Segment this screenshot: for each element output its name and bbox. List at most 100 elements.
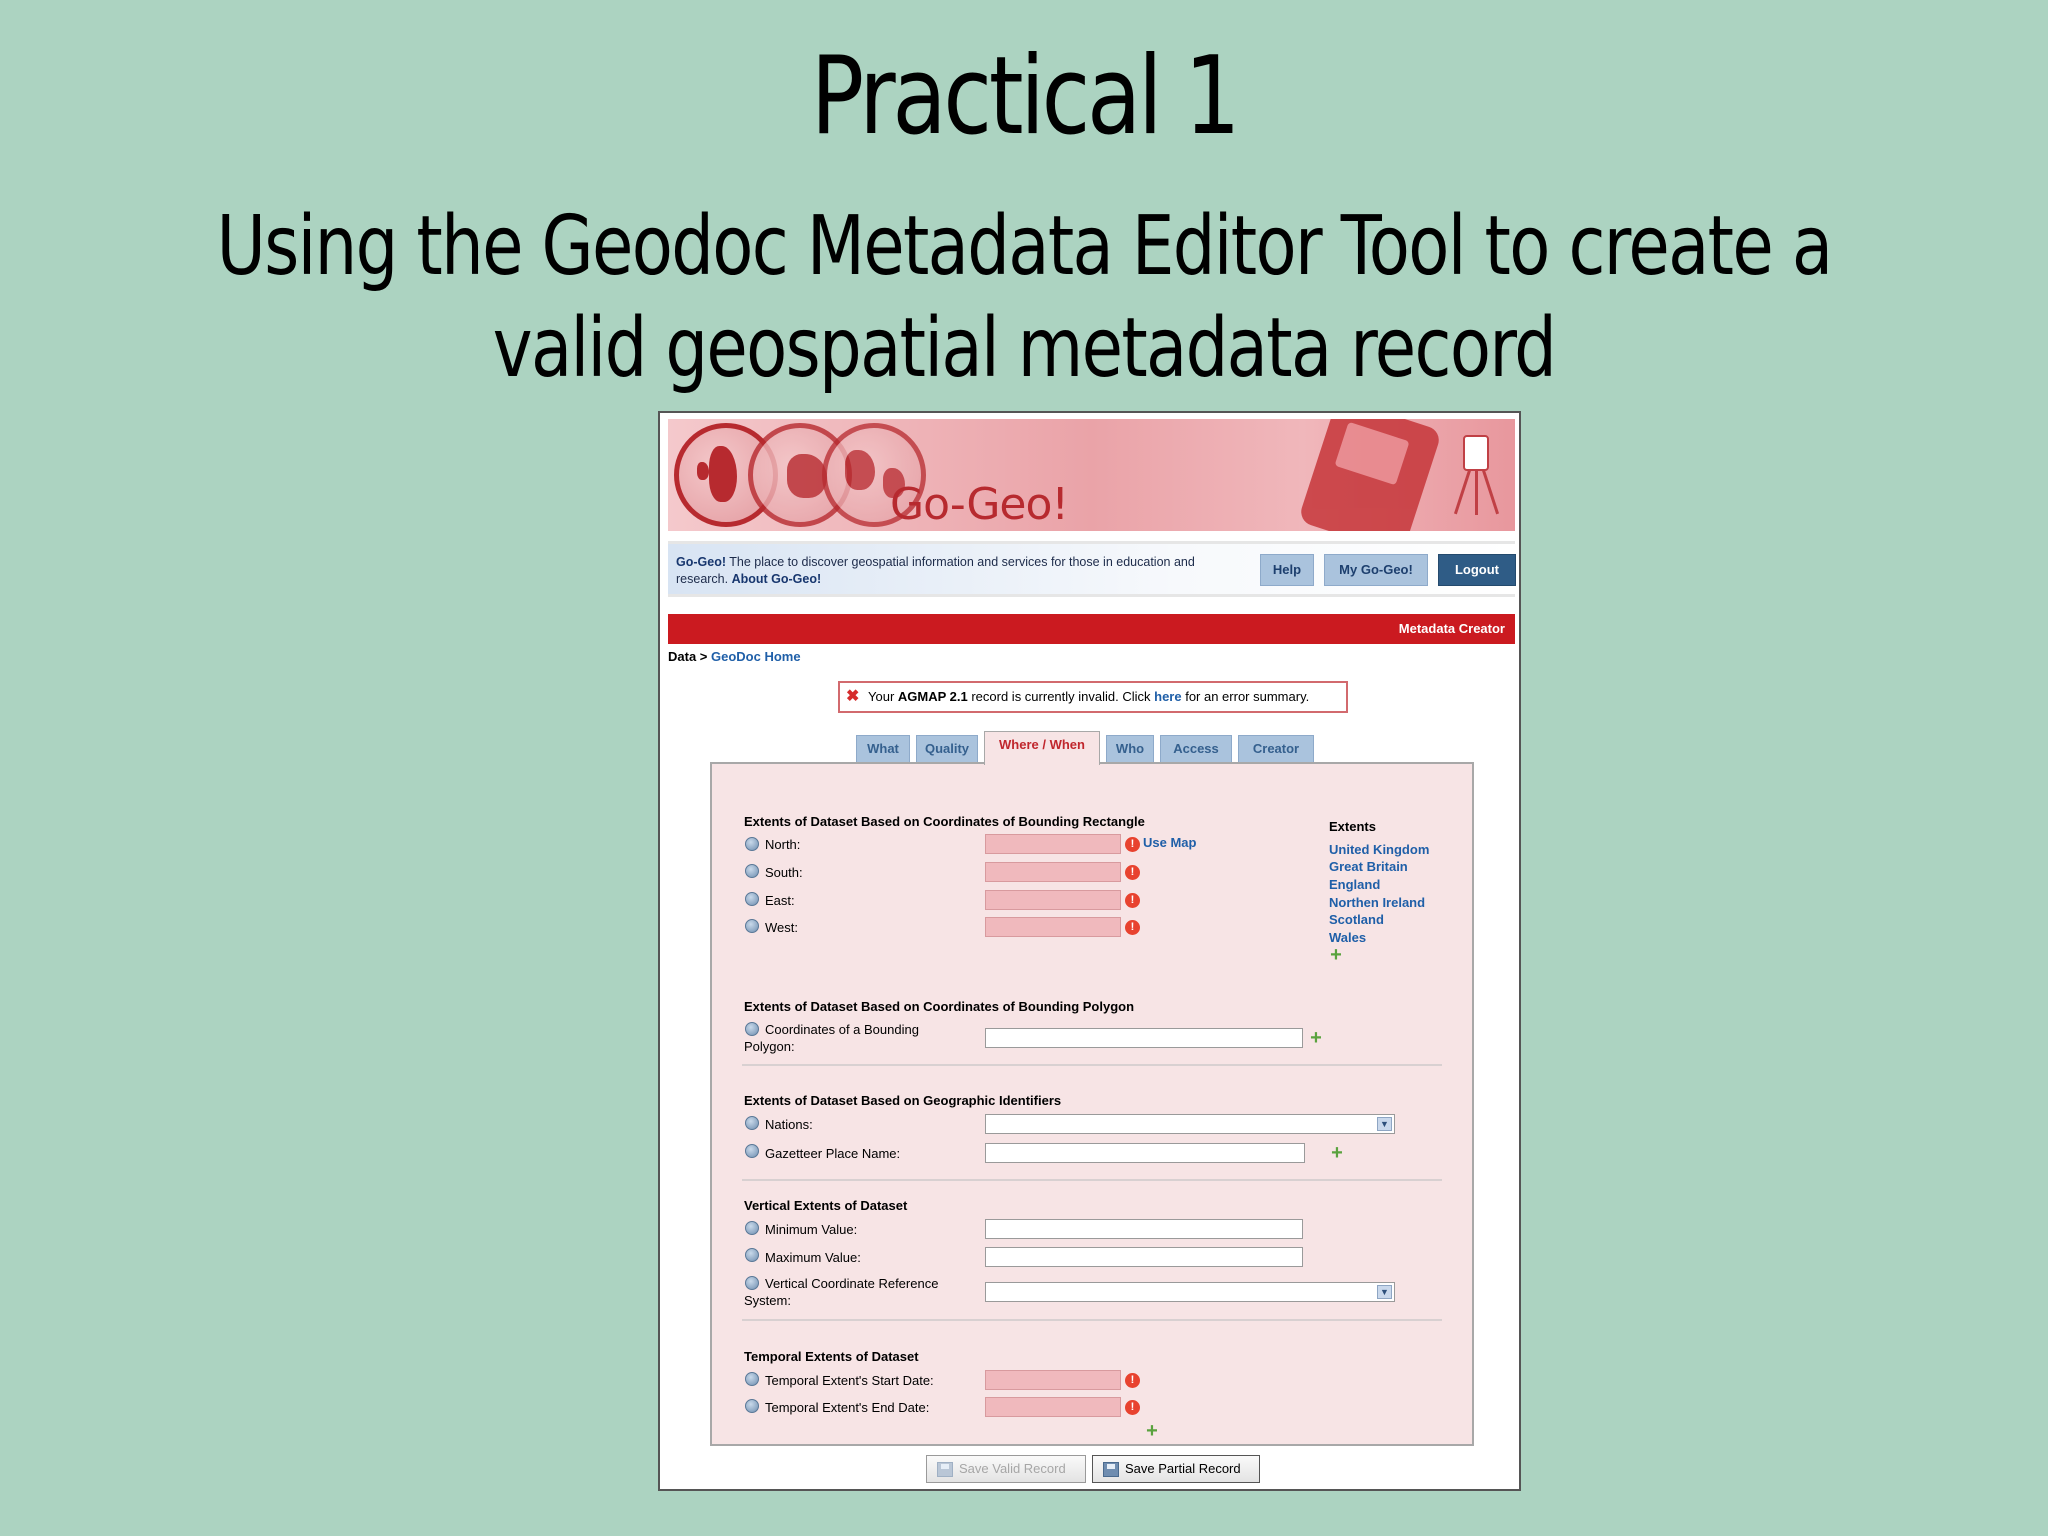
extents-title: Extents [1329,819,1376,834]
add-extent-plus-icon[interactable]: + [1329,945,1343,965]
subtitle-line-1: Using the Geodoc Metadata Editor Tool to… [216,199,1833,294]
nations-select[interactable]: ▼ [985,1114,1395,1134]
vertical-crs-label-line-2: System: [744,1293,791,1308]
required-alert-icon: ! [1125,920,1140,935]
brand-name: Go-Geo! [676,555,726,569]
theodolite-icon [1451,435,1501,515]
save-valid-label: Save Valid Record [959,1461,1066,1476]
bounding-polygon-label: Coordinates of a Bounding Polygon: [744,1021,964,1055]
east-input[interactable] [985,890,1121,910]
gps-device-icon [1297,419,1443,531]
breadcrumb-root: Data [668,649,697,664]
help-question-icon[interactable] [745,919,759,933]
help-question-icon[interactable] [745,837,759,851]
validation-error-message: ✖ Your AGMAP 2.1 record is currently inv… [838,681,1348,713]
section-title-temporal-extents: Temporal Extents of Dataset [744,1349,919,1364]
section-title-geographic-identifiers: Extents of Dataset Based on Geographic I… [744,1093,1062,1108]
save-disk-icon [1103,1462,1119,1477]
section-divider [742,1064,1442,1066]
where-when-panel: Extents of Dataset Based on Coordinates … [710,762,1474,1446]
vertical-crs-select[interactable]: ▼ [985,1282,1395,1302]
about-link[interactable]: About Go-Geo! [732,572,822,586]
extent-northern-ireland[interactable]: Northen Ireland [1329,895,1425,910]
help-button[interactable]: Help [1260,554,1314,586]
gazetteer-label: Gazetteer Place Name: [765,1146,901,1161]
section-divider [742,1179,1442,1181]
chevron-down-icon[interactable]: ▼ [1377,1117,1392,1131]
required-alert-icon: ! [1125,865,1140,880]
required-alert-icon: ! [1125,1373,1140,1388]
error-text-pre: Your [868,689,898,704]
bounding-polygon-label-line-2: Polygon: [744,1039,795,1054]
extent-england[interactable]: England [1329,877,1380,892]
help-question-icon[interactable] [745,864,759,878]
help-question-icon[interactable] [745,1144,759,1158]
site-description: Go-Geo! The place to discover geospatial… [676,554,1196,588]
chevron-down-icon[interactable]: ▼ [1377,1285,1392,1299]
required-alert-icon: ! [1125,1400,1140,1415]
tab-access[interactable]: Access [1160,735,1232,763]
west-label: West: [765,920,798,935]
extent-great-britain[interactable]: Great Britain [1329,859,1408,874]
error-text-post: for an error summary. [1181,689,1310,704]
save-partial-record-button[interactable]: Save Partial Record [1092,1455,1260,1483]
add-polygon-plus-icon[interactable]: + [1309,1028,1323,1048]
breadcrumb-geodoc-home[interactable]: GeoDoc Home [711,649,801,664]
tab-quality[interactable]: Quality [916,735,978,763]
slide-subtitle: Using the Geodoc Metadata Editor Tool to… [184,196,1863,400]
tab-creator[interactable]: Creator [1238,735,1314,763]
north-label: North: [765,837,801,852]
tab-who[interactable]: Who [1106,735,1154,763]
add-gazetteer-plus-icon[interactable]: + [1330,1143,1344,1163]
required-alert-icon: ! [1125,837,1140,852]
metadata-creator-bar: Metadata Creator [668,614,1515,644]
save-disk-icon [937,1462,953,1477]
bounding-polygon-input[interactable] [985,1028,1303,1048]
info-bar: Go-Geo! The place to discover geospatial… [668,541,1516,597]
help-question-icon[interactable] [745,1221,759,1235]
south-label: South: [765,865,803,880]
help-question-icon[interactable] [745,1116,759,1130]
start-date-input[interactable] [985,1370,1121,1390]
gazetteer-input[interactable] [985,1143,1305,1163]
section-title-vertical-extents: Vertical Extents of Dataset [744,1198,908,1213]
section-divider [742,1319,1442,1321]
west-input[interactable] [985,917,1121,937]
subtitle-line-2: valid geospatial metadata record [492,301,1557,396]
nations-label: Nations: [765,1117,813,1132]
save-valid-record-button[interactable]: Save Valid Record [926,1455,1086,1483]
error-summary-link[interactable]: here [1154,689,1181,704]
extent-scotland[interactable]: Scotland [1329,912,1384,927]
start-date-label: Temporal Extent's Start Date: [765,1373,934,1388]
maximum-value-input[interactable] [985,1247,1303,1267]
north-input[interactable] [985,834,1121,854]
error-standard: AGMAP 2.1 [897,689,968,704]
use-map-link[interactable]: Use Map [1143,835,1196,850]
required-alert-icon: ! [1125,893,1140,908]
minimum-value-label: Minimum Value: [765,1222,858,1237]
breadcrumb-separator: > [696,649,712,664]
logout-button[interactable]: Logout [1438,554,1516,586]
tab-what[interactable]: What [856,735,910,763]
add-temporal-plus-icon[interactable]: + [1145,1421,1159,1441]
extent-united-kingdom[interactable]: United Kingdom [1329,842,1429,857]
minimum-value-input[interactable] [985,1219,1303,1239]
help-question-icon[interactable] [745,1399,759,1413]
help-question-icon[interactable] [745,892,759,906]
site-logo[interactable]: Go-Geo! [890,479,1069,530]
section-title-bounding-polygon: Extents of Dataset Based on Coordinates … [744,999,1135,1014]
tab-where-when[interactable]: Where / When [984,731,1100,765]
my-go-geo-button[interactable]: My Go-Geo! [1324,554,1428,586]
save-partial-label: Save Partial Record [1125,1461,1241,1476]
end-date-input[interactable] [985,1397,1121,1417]
maximum-value-label: Maximum Value: [765,1250,861,1265]
help-question-icon[interactable] [745,1248,759,1262]
vertical-crs-label-line-1: Vertical Coordinate Reference [765,1276,939,1291]
help-question-icon[interactable] [745,1372,759,1386]
end-date-label: Temporal Extent's End Date: [765,1400,930,1415]
site-banner: Go-Geo! [668,419,1515,531]
south-input[interactable] [985,862,1121,882]
vertical-crs-label: Vertical Coordinate Reference System: [744,1275,974,1309]
extent-wales[interactable]: Wales [1329,930,1366,945]
breadcrumb: Data > GeoDoc Home [668,649,801,664]
